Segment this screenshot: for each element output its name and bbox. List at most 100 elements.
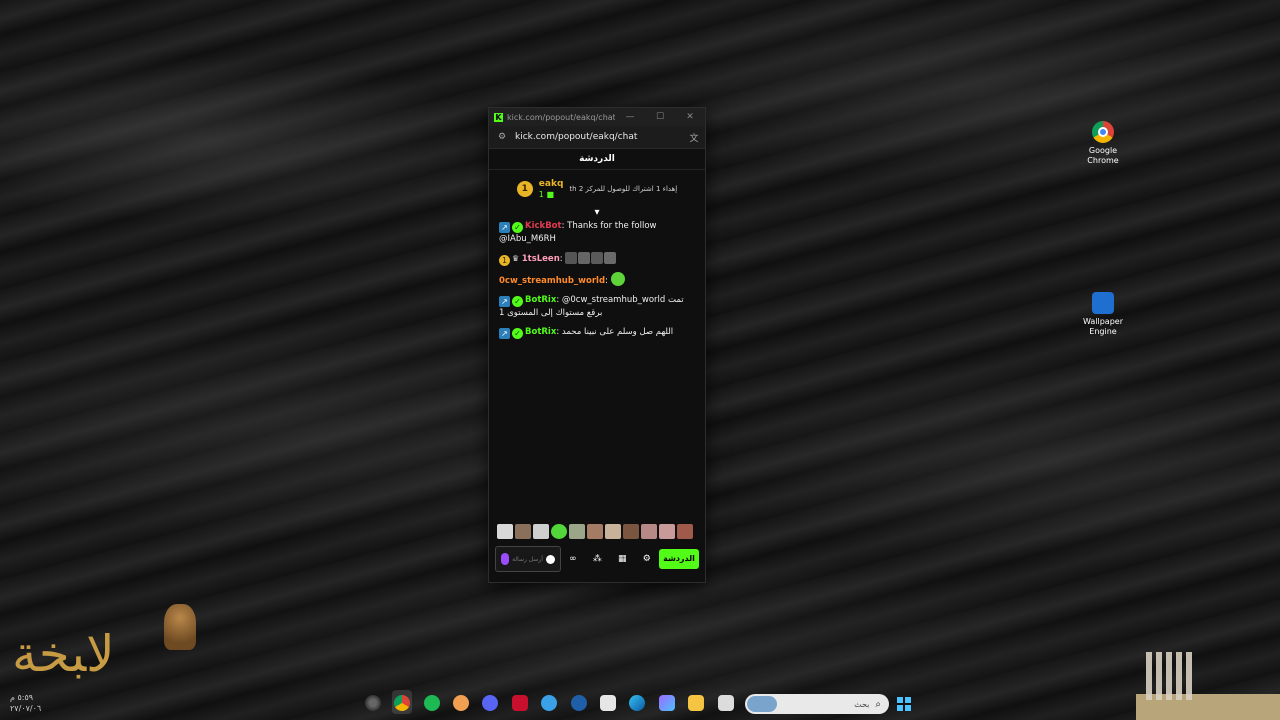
chat-header: الدردشة — [489, 149, 705, 170]
taskbar-clock[interactable]: ٥:٥٩ م ٢٧/٠٧/٠٦ — [10, 692, 41, 714]
emote-icon[interactable] — [587, 524, 603, 539]
chat-popout-window: K kick.com/popout/eakq/chat... — ☐ ✕ ⚙ k… — [488, 107, 706, 583]
spotify-icon[interactable] — [424, 695, 440, 711]
chat-username[interactable]: KickBot — [525, 221, 562, 231]
obs-icon[interactable] — [365, 695, 381, 711]
desktop-icon-label: Google — [1088, 146, 1118, 155]
pinned-username: eakq — [538, 179, 564, 189]
mcafee-icon[interactable] — [512, 695, 528, 711]
gift-icon: ■ — [546, 190, 554, 199]
chat-controls: ∞ ⁂ ▦ ⚙ — [561, 554, 659, 564]
recent-emotes — [497, 524, 693, 539]
emote-icon[interactable] — [623, 524, 639, 539]
chat-messages: ↗ ✓ KickBot: Thanks for the follow @IAbu_M… — [489, 220, 705, 339]
bot-badge-icon: ↗ — [499, 328, 510, 339]
og-badge-icon: 1 — [499, 255, 510, 266]
rank-coin-icon: 1 — [516, 181, 533, 197]
clock-date: ٢٧/٠٧/٠٦ — [10, 704, 42, 713]
emote-icon[interactable] — [533, 524, 549, 539]
mascot-icon — [164, 604, 196, 650]
verified-badge-icon: ✓ — [512, 222, 523, 233]
window-title: kick.com/popout/eakq/chat... — [507, 112, 615, 122]
expand-chevron-icon[interactable]: ▾ — [489, 206, 705, 220]
chat-username[interactable]: 0cw_streamhub_world — [499, 276, 605, 286]
desktop-icon-label: Wallpaper — [1082, 317, 1123, 326]
discord-icon[interactable] — [482, 695, 498, 711]
chat-username[interactable]: 1tsLeen — [522, 254, 560, 264]
search-placeholder: بحث — [854, 699, 870, 709]
emoji-icon[interactable] — [546, 554, 555, 564]
site-info-icon[interactable]: ⚙ — [489, 132, 515, 142]
desktop-icon-wallpaper-engine[interactable]: Wallpaper Engine — [1073, 292, 1133, 337]
emote-icon — [591, 252, 604, 264]
share-icon[interactable]: ⁂ — [593, 554, 602, 564]
emote-icon[interactable] — [641, 524, 657, 539]
emote-icon[interactable] — [677, 524, 693, 539]
address-bar: ⚙ kick.com/popout/eakq/chat 文 — [489, 126, 705, 149]
edge-icon[interactable] — [629, 695, 645, 711]
app-blue-icon[interactable] — [541, 695, 557, 711]
store-icon[interactable]: ▦ — [618, 554, 627, 564]
crown-icon: ♛ — [512, 254, 522, 263]
chat-composer: أرسل رسالة ∞ ⁂ ▦ ⚙ الدردشة — [495, 545, 699, 573]
chat-message: 0cw_streamhub_world: — [499, 272, 695, 288]
emote-icon — [604, 252, 617, 264]
chat-username[interactable]: BotRix — [525, 295, 556, 305]
chrome-taskbar-icon[interactable] — [394, 695, 410, 711]
chat-input[interactable]: أرسل رسالة — [495, 546, 561, 572]
chat-input-placeholder: أرسل رسالة — [512, 555, 543, 563]
pinned-count-value: 1 — [538, 190, 544, 199]
verified-badge-icon: ✓ — [512, 296, 523, 307]
url-field[interactable]: kick.com/popout/eakq/chat — [515, 132, 683, 142]
maximize-icon[interactable]: ☐ — [645, 112, 675, 122]
desktop-icon-label: Engine — [1089, 327, 1117, 336]
chat-text: : Thanks for the follow @IAbu_M6RH — [499, 221, 657, 244]
file-explorer-icon[interactable] — [688, 695, 704, 711]
chat-text: : — [605, 276, 608, 286]
calligraphy-logo: ﻟﺎﺒﺨﺔ — [12, 625, 117, 683]
hp-icon[interactable] — [571, 695, 587, 711]
pinned-count: 1 ■ — [539, 190, 564, 199]
emote-icon[interactable] — [569, 524, 585, 539]
copilot-icon[interactable] — [659, 695, 675, 711]
chat-message: ↗ ✓ KickBot: Thanks for the follow @IAbu_M… — [499, 220, 695, 246]
bot-badge-icon: ↗ — [499, 296, 510, 307]
minimize-icon[interactable]: — — [615, 112, 645, 122]
close-icon[interactable]: ✕ — [675, 112, 705, 122]
chat-message: 1 ♛ 1tsLeen: — [499, 252, 695, 266]
chat-text: : — [559, 254, 563, 264]
clock-time: ٥:٥٩ م — [10, 693, 34, 702]
mic-icon — [501, 553, 509, 565]
task-view-icon[interactable] — [718, 695, 734, 711]
translate-icon[interactable]: 文 — [683, 131, 705, 144]
taskbar-search[interactable]: بحث ⌕ — [745, 694, 889, 714]
chat-message: ↗ ✓ BotRix: اللهم صل وسلم على نبينا محمد — [499, 326, 695, 339]
app-orange-icon[interactable] — [453, 695, 469, 711]
send-chat-button[interactable]: الدردشة — [659, 549, 699, 569]
window-titlebar[interactable]: K kick.com/popout/eakq/chat... — ☐ ✕ — [489, 108, 705, 126]
verified-badge-icon: ✓ — [512, 328, 523, 339]
emote-icon[interactable] — [551, 524, 567, 539]
chat-username[interactable]: BotRix — [525, 327, 556, 337]
channel-logo-left: ﻟﺎﺒﺨﺔ — [12, 604, 196, 700]
emote-icon — [610, 272, 625, 286]
chat-text: : اللهم صل وسلم على نبينا محمد — [556, 327, 674, 337]
search-highlight-icon — [747, 696, 777, 712]
pinned-gift-banner[interactable]: 1 eakq 1 ■ th إهداء 1 اشتراك للوصول للمر… — [489, 170, 705, 206]
desktop-icon-label: Chrome — [1087, 156, 1119, 165]
desktop-icon-chrome[interactable]: Google Chrome — [1073, 121, 1133, 166]
emote-icon — [565, 252, 578, 264]
start-button-icon[interactable] — [897, 697, 911, 711]
chat-message: ↗ ✓ BotRix: @0cw_streamhub_world تمت برقع … — [499, 294, 695, 320]
emote-icon[interactable] — [659, 524, 675, 539]
search-icon: ⌕ — [875, 698, 881, 710]
bot-badge-icon: ↗ — [499, 222, 510, 233]
emote-icon — [578, 252, 591, 264]
store-taskbar-icon[interactable] — [600, 695, 616, 711]
link-icon[interactable]: ∞ — [569, 554, 577, 564]
emote-icon[interactable] — [497, 524, 513, 539]
pinned-text: th إهداء 1 اشتراك للوصول للمركز 2 — [569, 185, 678, 193]
settings-icon[interactable]: ⚙ — [643, 554, 651, 564]
emote-icon[interactable] — [515, 524, 531, 539]
emote-icon[interactable] — [605, 524, 621, 539]
